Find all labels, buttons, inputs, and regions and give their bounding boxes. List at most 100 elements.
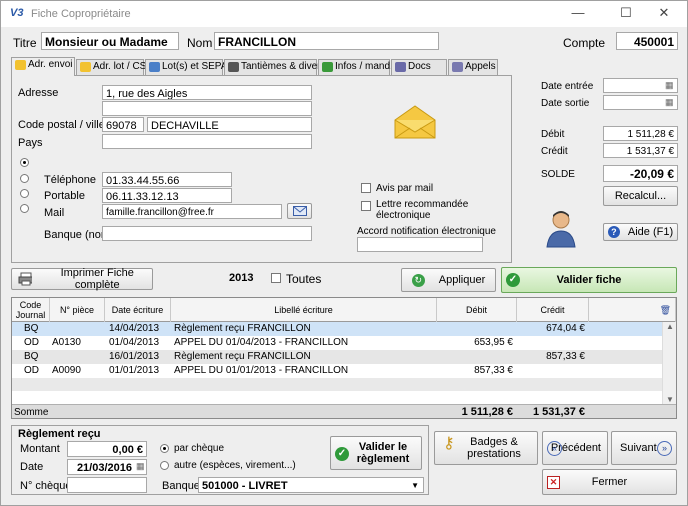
accord-notification-field[interactable] (357, 237, 483, 252)
ecritures-table: Code Journal N° pièce Date écriture Libe… (11, 297, 677, 419)
accord-notification-label: Accord notification électronique (357, 226, 496, 237)
cell-credit: 674,04 € (546, 323, 585, 334)
pays-label: Pays (18, 137, 43, 149)
adresse-line2-field[interactable] (102, 101, 312, 116)
imprimer-label: Imprimer Fiche complète (60, 267, 134, 291)
col-header-credit[interactable]: Crédit (517, 298, 589, 322)
tab-label: Adr. envoi (28, 59, 73, 70)
vertical-scrollbar[interactable]: ▲ ▼ (662, 322, 676, 404)
col-header-debit[interactable]: Débit (437, 298, 517, 322)
tab-docs[interactable]: Docs (391, 59, 447, 75)
imprimer-fiche-button[interactable]: Imprimer Fiche complète (11, 267, 153, 291)
radio-portable[interactable] (20, 189, 29, 198)
suivant-button[interactable]: Suivant » (611, 431, 677, 465)
send-mail-button[interactable] (287, 203, 312, 219)
cell-journal: BQ (24, 351, 39, 362)
toutes-checkbox[interactable] (271, 273, 281, 283)
tab-adr-lot[interactable]: Adr. lot / CS (76, 59, 147, 75)
tab-lots-sepa[interactable]: Lot(s) et SEPA (145, 59, 227, 75)
radio-contact-default[interactable] (20, 158, 29, 167)
radio-telephone[interactable] (20, 174, 29, 183)
appliquer-button[interactable]: ↻ Appliquer (401, 268, 496, 292)
table-row[interactable]: OD A0130 01/04/2013 APPEL DU 01/04/2013 … (12, 336, 662, 350)
table-row[interactable]: BQ 16/01/2013 Règlement reçu FRANCILLON … (12, 350, 662, 364)
banque-nom-field[interactable] (102, 226, 312, 241)
compte-field[interactable]: 450001 (616, 32, 678, 50)
valider-fiche-label: Valider fiche (556, 274, 622, 286)
scroll-down-icon[interactable]: ▼ (666, 395, 674, 404)
reglement-title: Règlement reçu (18, 428, 101, 440)
cell-date: 01/04/2013 (109, 337, 160, 348)
document-icon (452, 62, 463, 72)
cp-ville-label: Code postal / ville (18, 119, 105, 131)
col-header-date[interactable]: Date écriture (105, 298, 171, 322)
pays-field[interactable] (102, 134, 312, 149)
cell-libelle: Règlement reçu FRANCILLON (174, 323, 311, 334)
valider-reglement-button[interactable]: ✓ Valider le règlement (330, 436, 422, 470)
badges-prestations-button[interactable]: ⚷ Badges & prestations (434, 431, 538, 465)
precedent-button[interactable]: « Précédent (542, 431, 608, 465)
portable-label: Portable (44, 190, 85, 202)
avis-mail-checkbox[interactable] (361, 183, 371, 193)
key-icon: ⚷ (443, 435, 455, 452)
mail-label: Mail (44, 207, 65, 219)
radio-autre[interactable] (160, 461, 169, 470)
col-header-libelle[interactable]: Libellé écriture (171, 298, 437, 322)
table-row[interactable]: BQ 14/04/2013 Règlement reçu FRANCILLON … (12, 322, 662, 336)
chevron-down-icon[interactable]: ▼ (411, 479, 419, 492)
code-postal-field[interactable]: 69078 (102, 117, 144, 132)
cell-credit (517, 364, 585, 378)
calendar-icon[interactable]: ▦ (136, 461, 145, 472)
app-logo: V3 (10, 7, 24, 19)
cell-debit: 653,95 € (474, 337, 513, 348)
nom-field[interactable]: FRANCILLON (214, 32, 439, 50)
cell-piece (52, 322, 102, 336)
table-header: Code Journal N° pièce Date écriture Libe… (12, 298, 676, 322)
mail-field[interactable]: famille.francillon@free.fr (102, 204, 282, 219)
cheque-label: N° chèque (20, 480, 72, 492)
close-button[interactable]: ✕ (647, 3, 681, 25)
lettre-recommandee-checkbox[interactable] (361, 201, 371, 211)
tab-appels[interactable]: Appels (448, 59, 498, 75)
radio-par-cheque[interactable] (160, 444, 169, 453)
tab-label: Adr. lot / CS (93, 61, 147, 72)
telephone-field[interactable]: 01.33.44.55.66 (102, 172, 232, 187)
col-header-piece[interactable]: N° pièce (50, 298, 105, 322)
checkmark-icon: ✓ (335, 447, 349, 461)
adresse-line1-field[interactable]: 1, rue des Aigles (102, 85, 312, 100)
aide-button[interactable]: ? Aide (F1) (603, 223, 678, 241)
date-label: Date (20, 461, 44, 473)
radio-mail[interactable] (20, 204, 29, 213)
credit-label: Crédit (541, 146, 568, 157)
compte-label: Compte (563, 36, 606, 50)
minimize-button[interactable]: — (561, 3, 595, 25)
valider-fiche-button[interactable]: ✓ Valider fiche (501, 267, 677, 293)
cell-libelle: APPEL DU 01/01/2013 - FRANCILLON (174, 365, 349, 376)
calendar-icon[interactable]: ▦ (665, 80, 674, 91)
col-header-code-journal[interactable]: Code Journal (12, 298, 50, 322)
portable-field[interactable]: 06.11.33.12.13 (102, 188, 232, 203)
maximize-button[interactable]: ☐ (609, 3, 643, 25)
aide-label: Aide (F1) (627, 226, 674, 238)
table-row[interactable]: OD A0090 01/01/2013 APPEL DU 01/01/2013 … (12, 364, 662, 378)
tab-adr-envoi[interactable]: Adr. envoi (11, 57, 75, 76)
banque-select[interactable]: 501000 - LIVRET ▼ (198, 477, 424, 493)
trash-icon[interactable]: 🗑 (589, 298, 676, 322)
fermer-button[interactable]: ✕ Fermer (542, 469, 677, 495)
sum-row: Somme 1 511,28 € 1 531,37 € (12, 404, 676, 418)
valider-reglement-label-1: Valider le (358, 441, 408, 453)
ville-field[interactable]: DECHAVILLE (147, 117, 312, 132)
tab-label: Appels (465, 61, 496, 72)
scroll-up-icon[interactable]: ▲ (666, 322, 674, 331)
calendar-icon[interactable]: ▦ (665, 97, 674, 108)
cheque-field[interactable] (67, 477, 147, 493)
titre-field[interactable]: Monsieur ou Madame (41, 32, 179, 50)
window-title: Fiche Copropriétaire (31, 8, 131, 20)
tab-panel-adr-envoi: Adresse 1, rue des Aigles Code postal / … (11, 75, 512, 263)
tab-tantiemes[interactable]: Tantièmes & divers (224, 59, 325, 75)
montant-field[interactable]: 0,00 € (67, 441, 147, 457)
recalcul-button[interactable]: Recalcul... (603, 186, 678, 206)
cell-libelle: APPEL DU 01/04/2013 - FRANCILLON (174, 337, 349, 348)
date-field[interactable]: 21/03/2016 (67, 459, 147, 475)
tab-infos-mand[interactable]: Infos / mand. (318, 59, 393, 75)
